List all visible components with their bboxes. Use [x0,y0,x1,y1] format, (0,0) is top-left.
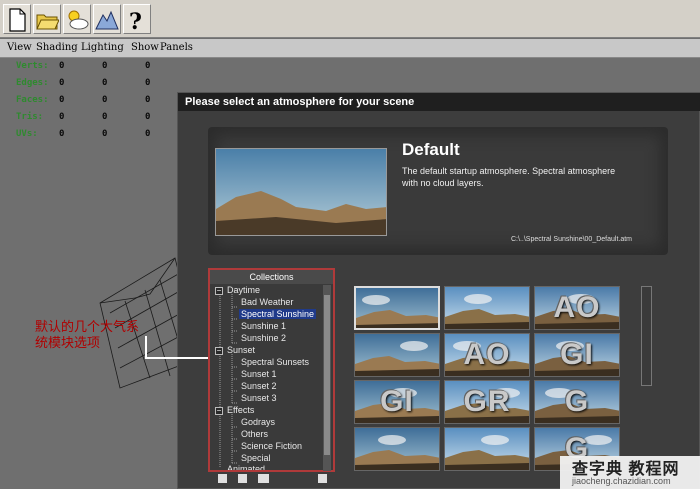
stat-value: 0 [102,129,108,139]
atmosphere-thumbnail[interactable] [354,427,440,471]
tree-group-daytime[interactable]: Daytime [227,285,260,295]
tree-item-others[interactable]: Others [241,429,268,439]
thumbnail-label: GR [463,385,511,418]
collapse-icon[interactable]: − [215,287,223,295]
delete-icon[interactable] [238,474,247,483]
tree-item-godrays[interactable]: Godrays [241,417,275,427]
stat-value: 0 [145,112,151,122]
tree-group-sunset[interactable]: Sunset [227,345,255,355]
collapse-icon[interactable]: − [215,347,223,355]
annotation-text: 默认的几个大气系 统模块选项 [35,319,139,351]
atmosphere-thumbnail[interactable] [444,286,530,330]
watermark-url: jiaocheng.chazidian.com [572,476,671,486]
terrain-button[interactable] [93,4,121,34]
stat-label-uvs: UVs: [16,129,38,139]
stat-value: 0 [59,61,65,71]
tree-item-spectral-sunshine[interactable]: Spectral Sunshine [239,309,317,319]
collapse-icon[interactable]: − [215,407,223,415]
stat-label-edges: Edges: [16,78,49,88]
stat-label-tris: Tris: [16,112,44,122]
annotation-leader [145,357,208,359]
atmosphere-name: Default [402,140,460,159]
collections-scrollbar[interactable] [323,285,331,471]
atmosphere-button[interactable] [63,4,91,34]
viewport-menubar: View Shading Lighting Show Panels [0,39,700,58]
tree-item-science-fiction[interactable]: Science Fiction [241,441,302,451]
tree-item-sunset-2[interactable]: Sunset 2 [241,381,277,391]
menu-lighting[interactable]: Lighting [81,42,124,53]
atmosphere-thumbnail[interactable] [354,286,440,330]
stat-value: 0 [145,129,151,139]
atmosphere-path: C:\..\Spectral Sunshine\00_Default.atm [511,236,633,243]
stat-value: 0 [145,95,151,105]
stat-value: 0 [102,112,108,122]
thumbnail-label: G [564,385,590,418]
tree-item-sunshine-2[interactable]: Sunshine 2 [241,333,286,343]
svg-text:?: ? [129,9,142,33]
tree-item-sunset-3[interactable]: Sunset 3 [241,393,277,403]
open-folder-icon [36,14,59,30]
annotation-line-2: 统模块选项 [35,335,101,350]
stat-value: 0 [102,61,108,71]
atmosphere-thumbnail[interactable]: GI [534,333,620,377]
scroll-thumb[interactable] [324,295,330,455]
stat-value: 0 [59,78,65,88]
new-file-icon [9,8,26,32]
atmosphere-thumbnail[interactable]: AO [444,333,530,377]
menu-shading[interactable]: Shading [36,42,78,53]
help-icon: ? [129,9,142,33]
stat-value: 0 [145,61,151,71]
main-toolbar: ? [0,0,700,38]
thumbnail-label: GI [560,338,594,371]
annotation-line-1: 默认的几个大气系 [35,319,140,334]
menu-show[interactable]: Show [131,42,159,53]
thumbnail-scrollbar[interactable] [641,286,652,386]
atmosphere-thumbnail[interactable] [354,333,440,377]
atmosphere-icon [68,10,89,30]
atmosphere-thumbnail[interactable]: GI [354,380,440,424]
atmosphere-thumbnail[interactable]: G [534,380,620,424]
tree-item-bad-weather[interactable]: Bad Weather [241,297,293,307]
stat-value: 0 [145,78,151,88]
terrain-icon [95,10,119,30]
new-icon[interactable] [218,474,227,483]
atmosphere-preview-image [215,148,387,236]
tree-group-animated[interactable]: Animated [227,464,265,470]
atmosphere-thumbnail[interactable] [444,427,530,471]
thumbnail-label: AO [553,291,601,324]
atmosphere-thumbnail[interactable]: GR [444,380,530,424]
dialog-title: Please select an atmosphere for your sce… [178,93,700,111]
stat-value: 0 [59,95,65,105]
stat-value: 0 [102,78,108,88]
stat-value: 0 [102,95,108,105]
annotation-leader [145,336,147,358]
tree-group-effects[interactable]: Effects [227,405,254,415]
open-button[interactable] [33,4,61,34]
tree-item-sunset-1[interactable]: Sunset 1 [241,369,277,379]
stat-label-faces: Faces: [16,95,49,105]
tree-item-sunshine-1[interactable]: Sunshine 1 [241,321,286,331]
tree-item-spectral-sunsets[interactable]: Spectral Sunsets [241,357,309,367]
menu-panels[interactable]: Panels [160,42,193,53]
stat-label-verts: Verts: [16,61,49,71]
atmosphere-description: The default startup atmosphere. Spectral… [402,166,616,188]
menu-view[interactable]: View [7,42,32,53]
tree-item-special[interactable]: Special [241,453,271,463]
stat-value: 0 [59,129,65,139]
info-icon[interactable] [318,474,327,483]
thumbnail-label: AO [463,338,511,371]
folder-icon[interactable] [258,474,269,483]
atmosphere-thumbnail[interactable]: AO [534,286,620,330]
help-button[interactable]: ? [123,4,151,34]
new-file-button[interactable] [3,4,31,34]
thumbnail-label: GI [380,385,414,418]
stat-value: 0 [59,112,65,122]
